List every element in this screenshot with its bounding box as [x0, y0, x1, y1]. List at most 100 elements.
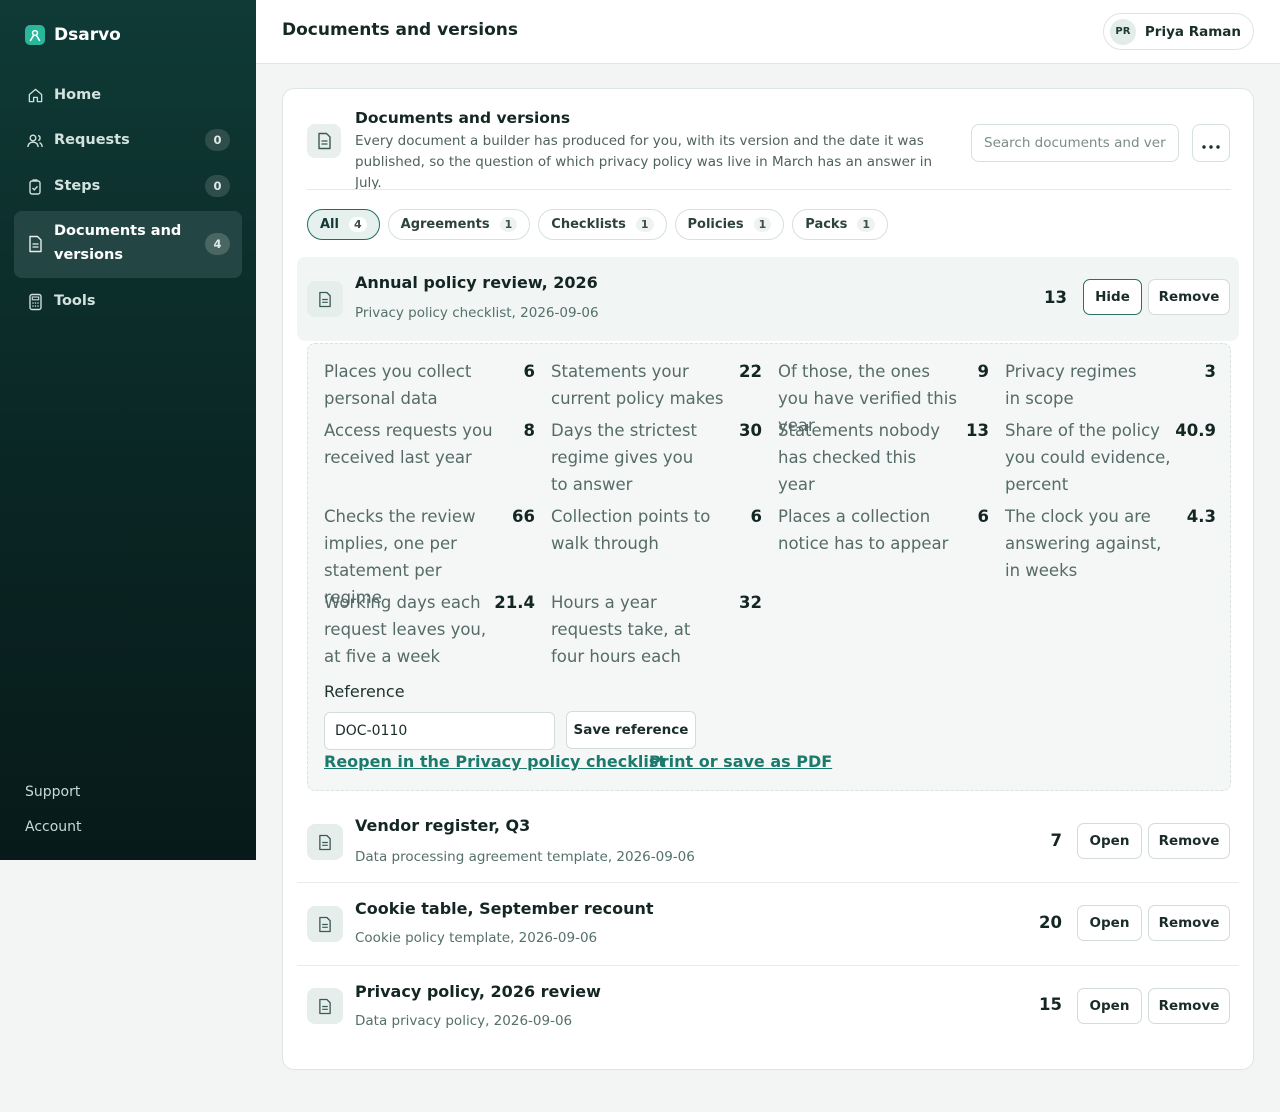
stat-value: 8 — [523, 421, 535, 440]
sidebar-item-label: Documents and versions — [54, 223, 182, 263]
sidebar-item-home[interactable]: Home — [14, 83, 242, 108]
remove-button[interactable]: Remove — [1148, 823, 1230, 859]
filter-label: Checklists — [551, 217, 626, 232]
remove-button[interactable]: Remove — [1148, 988, 1230, 1024]
stat-value: 4.3 — [1186, 507, 1216, 526]
sidebar-item-requests[interactable]: Requests 0 — [14, 128, 242, 153]
stat-label: Places a collection notice has to appear — [778, 507, 949, 553]
remove-button[interactable]: Remove — [1148, 279, 1230, 315]
remove-button[interactable]: Remove — [1148, 905, 1230, 941]
stat-value: 6 — [523, 362, 535, 381]
sidebar: Dsarvo Home Requests 0 Steps 0 Documents… — [0, 0, 256, 860]
document-count: 13 — [1044, 288, 1067, 307]
count-badge: 0 — [205, 129, 230, 151]
document-row[interactable]: Privacy policy, 2026 review Data privacy… — [297, 967, 1239, 1047]
stat-item: Statements your current policy makes 22 — [551, 358, 762, 412]
filter-agreements[interactable]: Agreements 1 — [387, 209, 531, 240]
document-title: Vendor register, Q3 — [355, 816, 531, 835]
open-button[interactable]: Open — [1077, 905, 1142, 941]
stat-value: 6 — [750, 507, 762, 526]
document-icon — [26, 235, 44, 253]
document-subtitle: Cookie policy template, 2026-09-06 — [355, 930, 598, 946]
brand[interactable]: Dsarvo — [25, 25, 121, 45]
document-subtitle: Privacy policy checklist, 2026-09-06 — [355, 305, 599, 321]
document-row[interactable]: Annual policy review, 2026 Privacy polic… — [297, 257, 1239, 341]
sidebar-item-label: Requests — [54, 132, 130, 148]
filter-policies[interactable]: Policies 1 — [674, 209, 785, 240]
calculator-icon — [26, 293, 44, 311]
document-icon — [307, 988, 343, 1024]
open-button[interactable]: Open — [1077, 988, 1142, 1024]
filter-label: Packs — [805, 217, 848, 232]
filter-count: 1 — [753, 217, 772, 232]
stat-label: Hours a year requests take, at four hour… — [551, 593, 691, 666]
documents-card: Documents and versions Every document a … — [282, 88, 1254, 1070]
user-menu[interactable]: PR Priya Raman — [1102, 13, 1254, 50]
stat-item: Collection points to walk through 6 — [551, 503, 762, 557]
reference-label: Reference — [324, 682, 405, 701]
filter-packs[interactable]: Packs 1 — [792, 209, 888, 240]
stat-item: Share of the policy you could evidence, … — [1005, 417, 1216, 498]
document-row[interactable]: Vendor register, Q3 Data processing agre… — [297, 801, 1239, 881]
document-title: Privacy policy, 2026 review — [355, 982, 601, 1001]
document-icon — [307, 281, 343, 317]
divider — [307, 189, 1231, 190]
more-options-button[interactable] — [1192, 124, 1230, 162]
reopen-checklist-link[interactable]: Reopen in the Privacy policy checklist — [324, 752, 666, 771]
stat-value: 22 — [739, 362, 762, 381]
stat-item: Places you collect personal data 6 — [324, 358, 535, 412]
stat-value: 32 — [739, 593, 762, 612]
account-link[interactable]: Account — [25, 819, 82, 835]
stat-value: 9 — [977, 362, 989, 381]
count-badge: 0 — [205, 175, 230, 197]
support-link[interactable]: Support — [25, 784, 80, 800]
sidebar-item-documents[interactable]: Documents and versions 4 — [14, 211, 242, 278]
filter-count: 1 — [635, 217, 654, 232]
card-description: Every document a builder has produced fo… — [355, 133, 933, 191]
document-row[interactable]: Cookie table, September recount Cookie p… — [297, 884, 1239, 964]
document-icon — [307, 824, 343, 860]
stat-label: Collection points to walk through — [551, 507, 711, 553]
stat-label: Working days each request leaves you, at… — [324, 593, 487, 666]
stat-value: 21.4 — [494, 593, 535, 612]
users-icon — [26, 132, 44, 150]
search-input[interactable] — [971, 124, 1179, 162]
stat-value: 66 — [512, 507, 535, 526]
sidebar-item-label: Home — [54, 87, 102, 103]
home-icon — [26, 87, 44, 105]
stat-label: Statements nobody has checked this year — [778, 421, 941, 494]
stat-value: 40.9 — [1175, 421, 1216, 440]
stat-label: Days the strictest regime gives you to a… — [551, 421, 697, 494]
filter-tabs: All 4 Agreements 1 Checklists 1 Policies 1 P… — [307, 209, 888, 240]
hide-button[interactable]: Hide — [1083, 279, 1142, 315]
open-button[interactable]: Open — [1077, 823, 1142, 859]
document-icon — [307, 906, 343, 942]
filter-count: 1 — [499, 217, 518, 232]
filter-checklists[interactable]: Checklists 1 — [538, 209, 667, 240]
stat-label: Share of the policy you could evidence, … — [1005, 421, 1171, 494]
reference-input[interactable] — [324, 712, 555, 750]
print-pdf-link[interactable]: Print or save as PDF — [649, 752, 832, 771]
sidebar-item-steps[interactable]: Steps 0 — [14, 174, 242, 199]
filter-label: Agreements — [400, 217, 490, 232]
top-bar: Documents and versions PR Priya Raman — [256, 0, 1280, 64]
stat-item: Days the strictest regime gives you to a… — [551, 417, 762, 498]
stat-label: Access requests you received last year — [324, 421, 493, 467]
filter-all[interactable]: All 4 — [307, 209, 380, 240]
stat-value: 13 — [966, 421, 989, 440]
page-title: Documents and versions — [282, 20, 518, 40]
document-subtitle: Data processing agreement template, 2026… — [355, 849, 695, 865]
stat-label: Places you collect personal data — [324, 362, 472, 408]
stat-item: Access requests you received last year 8 — [324, 417, 535, 471]
divider — [297, 882, 1239, 883]
save-reference-button[interactable]: Save reference — [566, 711, 696, 749]
user-name: Priya Raman — [1144, 23, 1241, 40]
sidebar-item-label: Steps — [54, 178, 101, 194]
sidebar-item-tools[interactable]: Tools — [14, 289, 242, 314]
stat-label: Statements your current policy makes — [551, 362, 724, 408]
divider — [297, 965, 1239, 966]
stat-item: The clock you are answering against, in … — [1005, 503, 1216, 584]
stat-item: Statements nobody has checked this year 1… — [778, 417, 989, 498]
card-title: Documents and versions — [355, 109, 571, 127]
document-title: Annual policy review, 2026 — [355, 273, 598, 292]
